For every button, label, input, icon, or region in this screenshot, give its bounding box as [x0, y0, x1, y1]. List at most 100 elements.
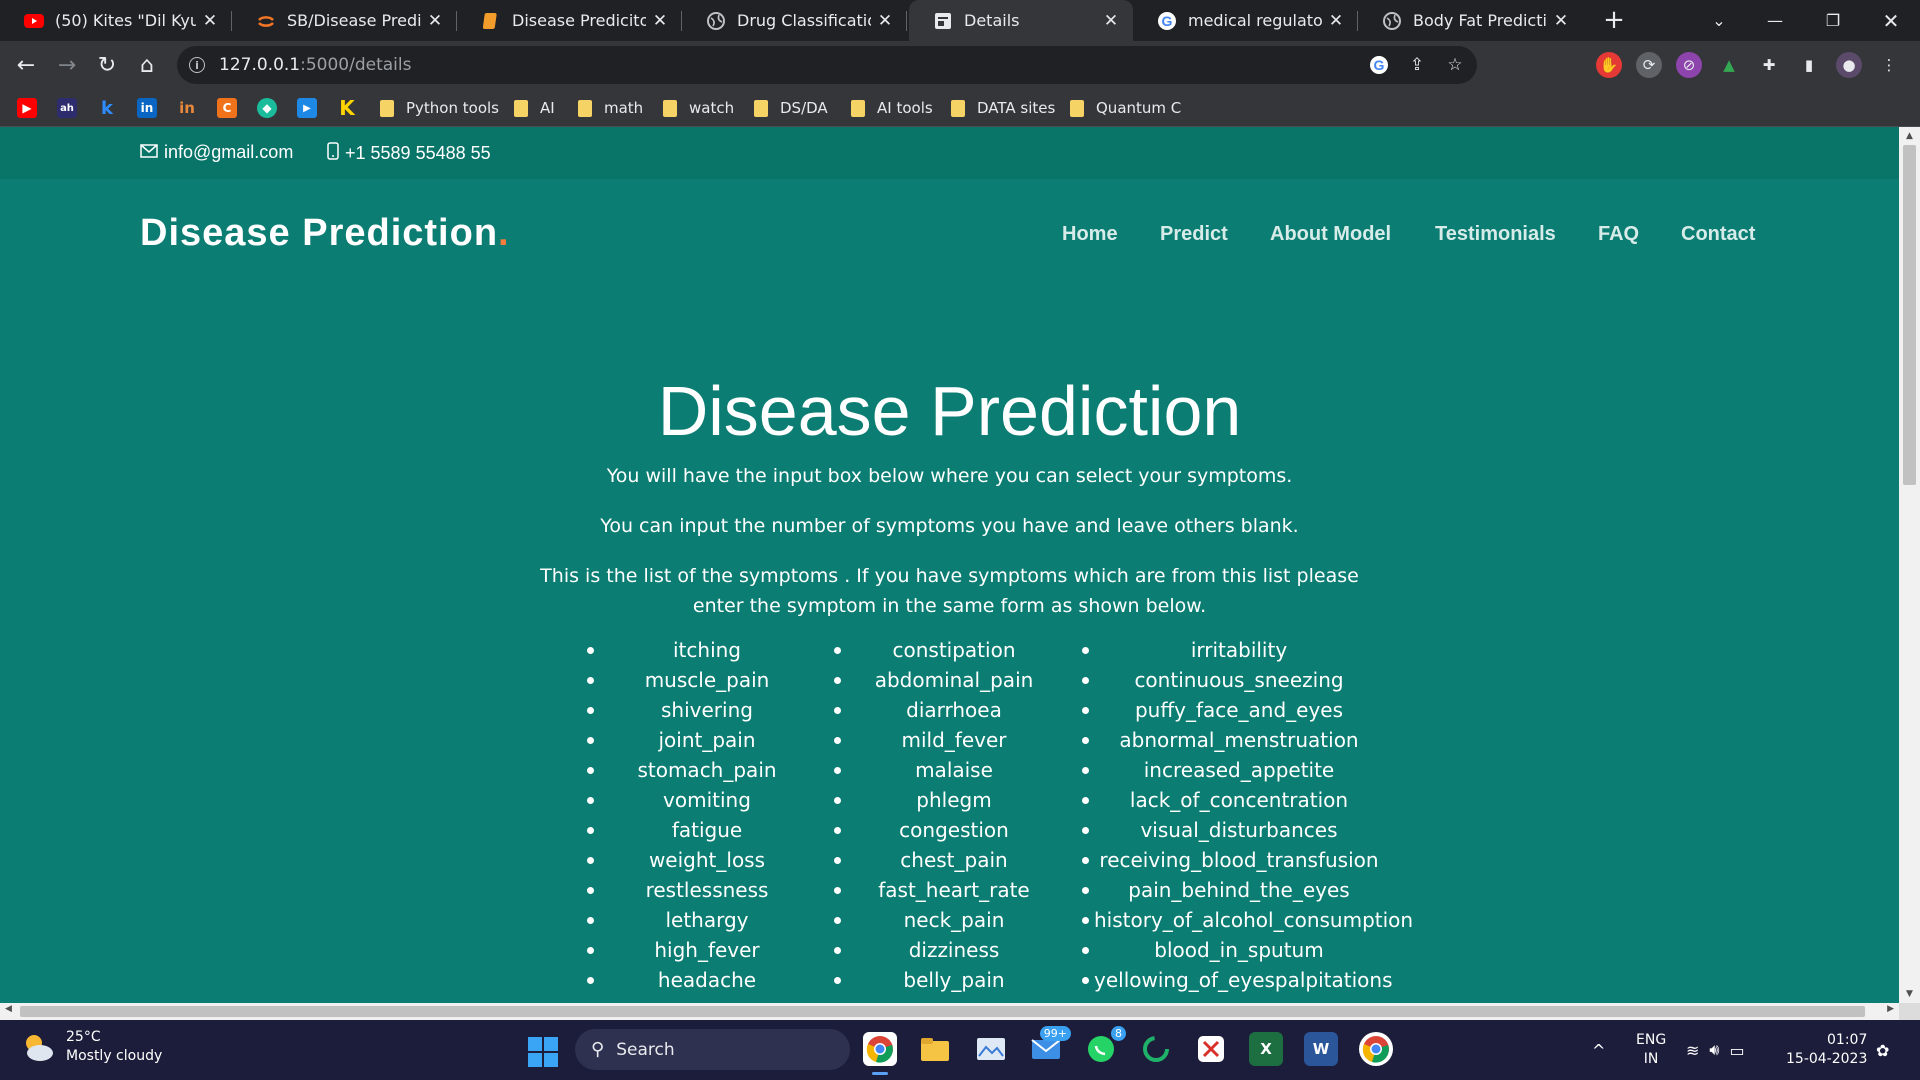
extension-purple-icon[interactable]: ⊘: [1676, 52, 1702, 78]
back-button[interactable]: ←: [10, 49, 42, 81]
horizontal-scrollbar[interactable]: ◀ ▶: [0, 1003, 1899, 1020]
chrome-app-icon[interactable]: [863, 1032, 897, 1075]
contact-email[interactable]: info@gmail.com: [140, 142, 293, 163]
home-button[interactable]: ⌂: [131, 49, 163, 81]
bookmark-c-icon[interactable]: C: [217, 98, 237, 118]
bookmark-folder-quantum[interactable]: Quantum C: [1070, 97, 1181, 119]
bullet-icon: [1082, 827, 1089, 834]
excel-app-icon[interactable]: X: [1249, 1032, 1283, 1066]
close-icon[interactable]: ✕: [1553, 11, 1569, 31]
close-icon[interactable]: ✕: [1103, 11, 1119, 31]
nav-predict[interactable]: Predict: [1160, 223, 1228, 246]
minimize-button[interactable]: —: [1752, 0, 1798, 41]
list-item: diarrhoea: [834, 696, 1034, 726]
weather-widget[interactable]: 25°C Mostly cloudy: [20, 1028, 162, 1066]
close-icon[interactable]: ✕: [652, 11, 668, 31]
bookmark-ah-icon[interactable]: ah: [57, 98, 77, 118]
system-tray-icons[interactable]: ≋ 🔊︎ ▭: [1686, 1020, 1745, 1080]
bookmark-folder-math[interactable]: math: [578, 97, 643, 119]
drive-icon[interactable]: ▲: [1716, 52, 1742, 78]
tab-body-fat[interactable]: Body Fat Prediction u ✕: [1358, 0, 1583, 41]
scroll-left-arrow-icon[interactable]: ◀: [5, 1004, 12, 1014]
close-icon[interactable]: ✕: [877, 11, 893, 31]
bookmark-diamond-icon[interactable]: ◆: [257, 98, 277, 118]
tab-details[interactable]: Details ✕: [909, 0, 1133, 41]
bookmark-folder-python-tools[interactable]: Python tools: [380, 97, 499, 119]
windows-logo-tile: [544, 1053, 558, 1067]
google-lens-icon[interactable]: G: [1367, 53, 1391, 77]
scroll-right-arrow-icon[interactable]: ▶: [1887, 1004, 1894, 1014]
loading-app-icon[interactable]: [1139, 1032, 1173, 1066]
bookmark-play-icon[interactable]: ▶: [297, 98, 317, 118]
bookmark-k-icon[interactable]: k: [97, 98, 117, 119]
language-indicator[interactable]: ENG IN: [1636, 1020, 1666, 1080]
share-icon[interactable]: ⇪: [1405, 53, 1429, 77]
folder-icon: [951, 99, 965, 117]
site-info-icon[interactable]: i: [189, 57, 205, 73]
bookmark-kaggle-icon[interactable]: K: [337, 96, 357, 120]
reload-button[interactable]: ↻: [91, 49, 123, 81]
nav-about-model[interactable]: About Model: [1270, 223, 1391, 246]
bookmark-folder-data-sites[interactable]: DATA sites: [951, 97, 1055, 119]
nav-testimonials[interactable]: Testimonials: [1435, 223, 1556, 246]
notifications-icon[interactable]: ✿: [1876, 1020, 1889, 1080]
tab-search-chevron-icon[interactable]: ⌄: [1696, 0, 1742, 41]
profile-avatar[interactable]: ●: [1836, 52, 1862, 78]
taskbar-search[interactable]: ⚲ Search: [575, 1029, 850, 1070]
tab-youtube[interactable]: (50) Kites "Dil Kyun Ye ✕: [0, 0, 232, 41]
nav-home[interactable]: Home: [1062, 223, 1118, 246]
vertical-scrollbar[interactable]: ▲ ▼: [1899, 127, 1920, 1003]
scroll-up-arrow-icon[interactable]: ▲: [1899, 131, 1920, 141]
whatsapp-icon[interactable]: 8: [1084, 1026, 1126, 1066]
vertical-scroll-thumb[interactable]: [1903, 145, 1916, 485]
nav-contact[interactable]: Contact: [1681, 223, 1755, 246]
extensions-puzzle-icon[interactable]: ✚: [1756, 52, 1782, 78]
list-item: continuous_sneezing: [1082, 666, 1432, 696]
extension-grey-icon[interactable]: ⟳: [1636, 52, 1662, 78]
scroll-down-arrow-icon[interactable]: ▼: [1899, 989, 1920, 999]
bookmark-folder-watch[interactable]: watch: [663, 97, 734, 119]
forward-button[interactable]: →: [51, 49, 83, 81]
nav-faq[interactable]: FAQ: [1598, 223, 1639, 246]
tab-medical-regulatory[interactable]: G medical regulatory bo ✕: [1133, 0, 1358, 41]
bookmark-folder-ds-da[interactable]: DS/DA: [754, 97, 828, 119]
bullet-icon: [834, 857, 841, 864]
side-panel-icon[interactable]: ▮: [1796, 52, 1822, 78]
bookmark-folder-ai[interactable]: AI: [514, 97, 555, 119]
clock[interactable]: 01:07 15-04-2023: [1786, 1020, 1867, 1080]
photos-app-icon[interactable]: [974, 1032, 1008, 1066]
list-item: malaise: [834, 756, 1034, 786]
bookmark-in-icon[interactable]: in: [177, 98, 197, 118]
close-icon[interactable]: ✕: [427, 11, 443, 31]
restore-button[interactable]: ❐: [1810, 0, 1856, 41]
close-window-button[interactable]: ✕: [1868, 0, 1914, 41]
start-button[interactable]: [528, 1037, 558, 1067]
bookmark-folder-ai-tools[interactable]: AI tools: [851, 97, 933, 119]
bookmark-linkedin-icon[interactable]: in: [137, 98, 157, 118]
new-tab-button[interactable]: +: [1599, 5, 1629, 35]
file-explorer-icon[interactable]: [918, 1032, 952, 1066]
snipping-tool-icon[interactable]: [1194, 1032, 1228, 1066]
chrome-profile-app-icon[interactable]: [1359, 1032, 1393, 1066]
tab-jupyter[interactable]: SB/Disease Prediction ✕: [232, 0, 457, 41]
symptom-name: lack_of_concentration: [1129, 788, 1349, 812]
mail-app-icon[interactable]: 99+: [1029, 1026, 1071, 1066]
tray-chevron-icon[interactable]: ^: [1592, 1020, 1605, 1080]
tab-drug-classification[interactable]: Drug Classification us ✕: [682, 0, 907, 41]
active-indicator: [872, 1072, 888, 1075]
close-icon[interactable]: ✕: [202, 11, 218, 31]
extension-red-icon[interactable]: ✋: [1596, 52, 1622, 78]
list-item: restlessness: [587, 876, 787, 906]
tab-notebook[interactable]: Disease Prediciton Mo ✕: [457, 0, 682, 41]
list-item: muscle_pain: [587, 666, 787, 696]
bookmark-youtube-icon[interactable]: ▶: [17, 98, 37, 118]
address-bar[interactable]: i 127.0.0.1:5000/details G ⇪ ☆: [177, 46, 1477, 84]
symptom-name: phlegm: [916, 788, 992, 812]
bookmark-star-icon[interactable]: ☆: [1443, 53, 1467, 77]
contact-phone[interactable]: +1 5589 55488 55: [327, 142, 491, 165]
menu-kebab-icon[interactable]: ⋮: [1876, 52, 1902, 78]
close-icon[interactable]: ✕: [1328, 11, 1344, 31]
horizontal-scroll-thumb[interactable]: [20, 1006, 1865, 1017]
word-app-icon[interactable]: W: [1304, 1032, 1338, 1066]
site-logo[interactable]: Disease Prediction.: [140, 212, 510, 255]
